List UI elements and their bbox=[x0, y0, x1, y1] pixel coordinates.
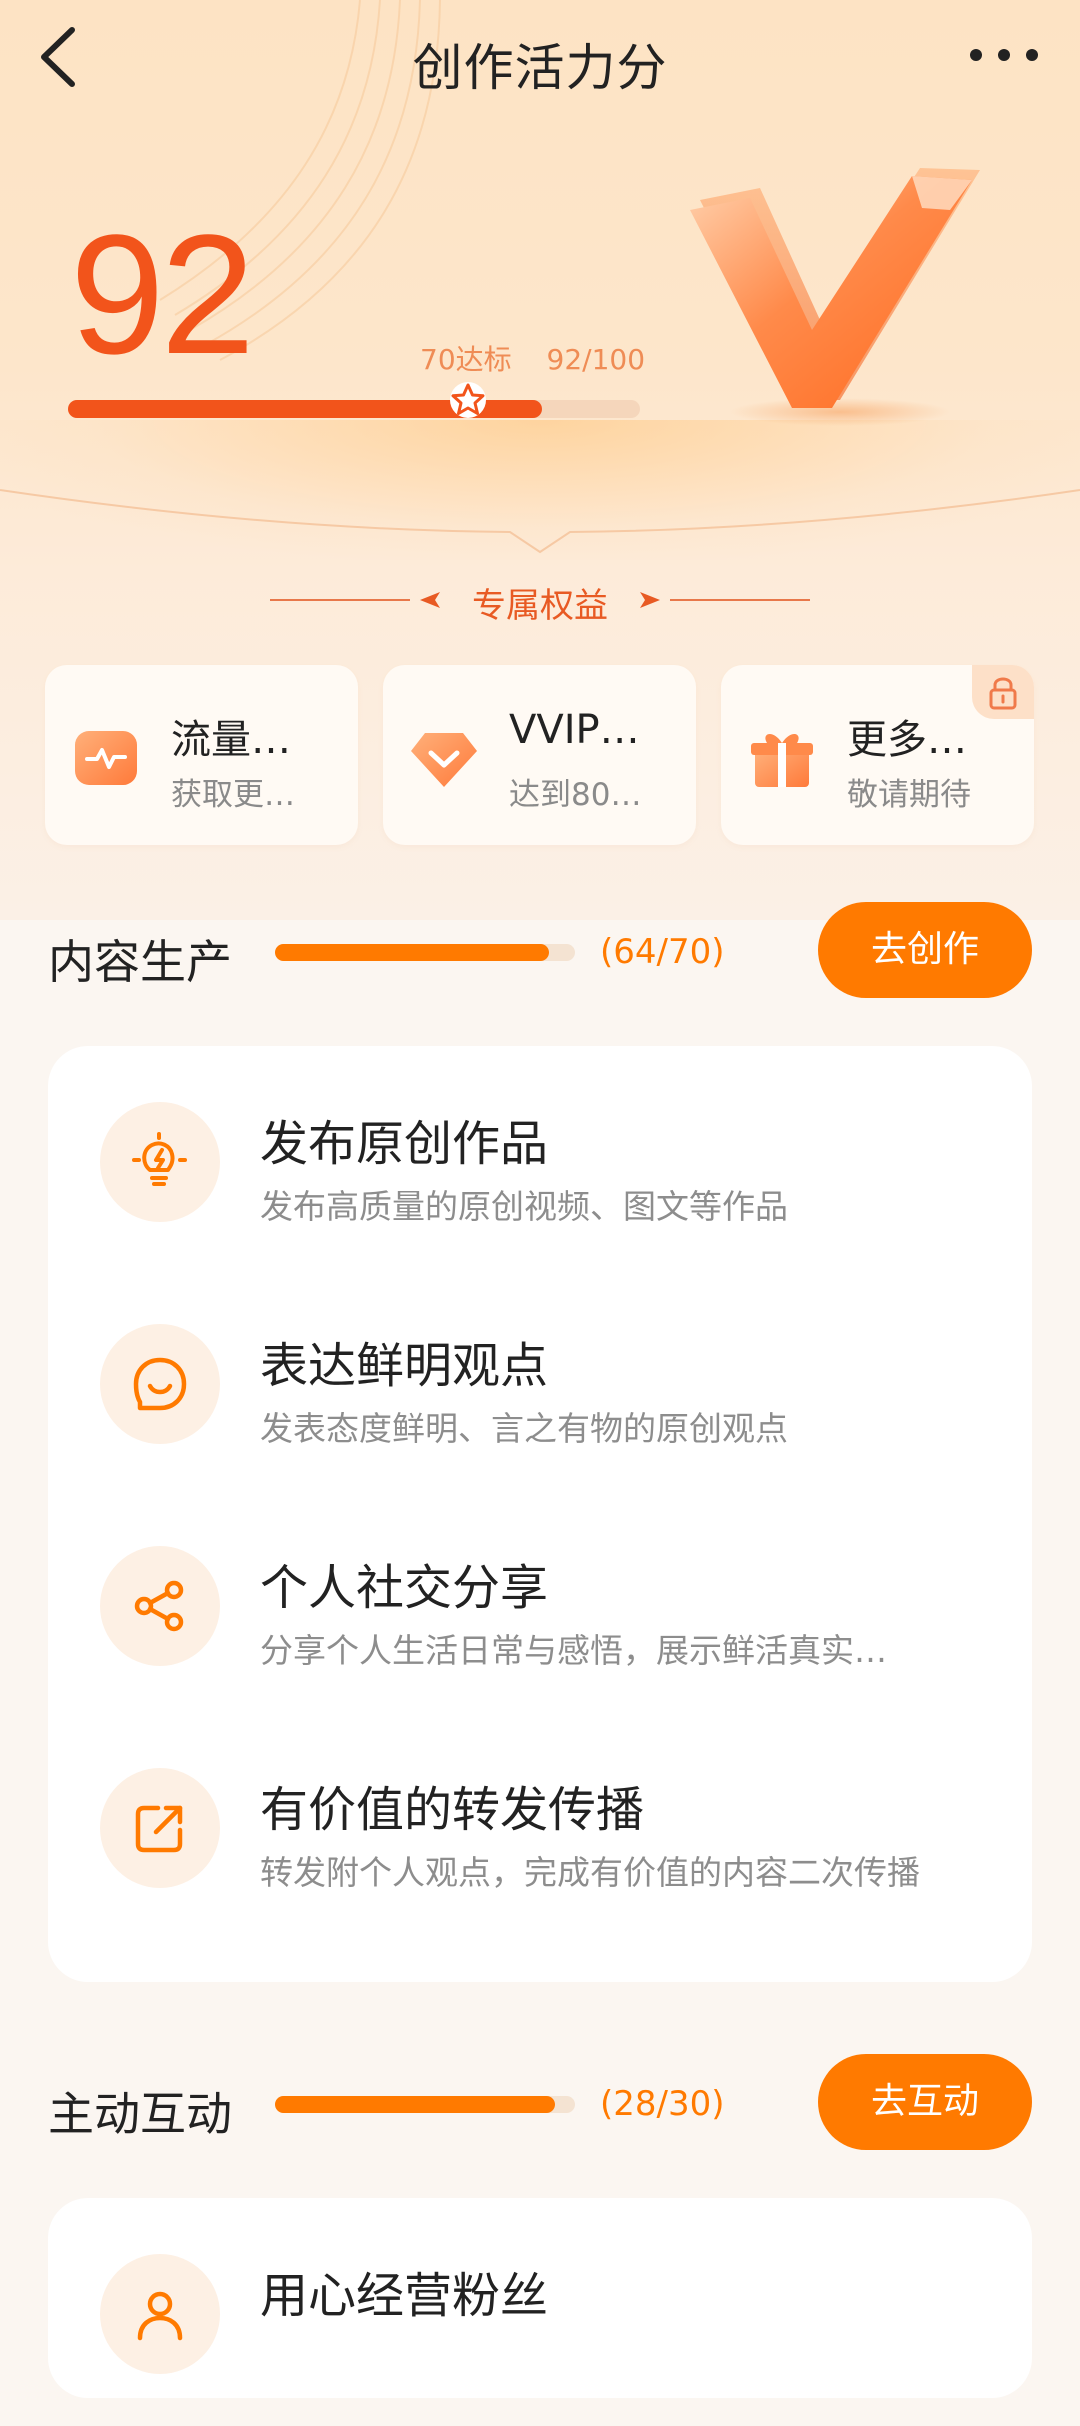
benefits-header: 专属权益 bbox=[0, 578, 1080, 628]
share-icon bbox=[134, 1580, 184, 1632]
item-title: 有价值的转发传播 bbox=[260, 1782, 645, 1838]
list-item[interactable]: 表达鲜明观点 发表态度鲜明、言之有物的原创观点 bbox=[48, 1274, 1032, 1496]
traffic-pulse-icon bbox=[75, 731, 137, 785]
score-progress-bar bbox=[68, 382, 640, 418]
section-title: 内容生产 bbox=[48, 935, 232, 989]
v-badge-logo bbox=[690, 168, 980, 426]
score-value: 92 bbox=[70, 200, 255, 390]
benefit-title: 更多… bbox=[847, 717, 967, 763]
item-icon-bg bbox=[100, 2254, 220, 2374]
content-task-list: 发布原创作品 发布高质量的原创视频、图文等作品 表达鲜明观点 发表态度鲜明、言之… bbox=[48, 1046, 1032, 1982]
item-desc: 分享个人生活日常与感悟，展示鲜活真实… bbox=[260, 1631, 887, 1670]
item-title: 用心经营粉丝 bbox=[260, 2268, 549, 2324]
smile-chat-icon bbox=[133, 1357, 187, 1411]
gift-icon bbox=[751, 733, 813, 787]
forward-icon bbox=[135, 1805, 183, 1853]
lock-icon bbox=[989, 677, 1017, 710]
score-progress-text: 92/100 bbox=[546, 343, 646, 376]
section-progress-fill bbox=[275, 944, 550, 961]
item-icon-bg bbox=[100, 1324, 220, 1444]
item-desc: 转发附个人观点，完成有价值的内容二次传播 bbox=[260, 1853, 920, 1892]
benefit-desc: 敬请期待 bbox=[847, 777, 971, 813]
hero-wave-divider bbox=[0, 489, 1080, 554]
section-header-interaction: 主动互动 (28/30) 去互动 bbox=[0, 2054, 1080, 2154]
benefit-card-vvip[interactable]: VVIP… 达到80… bbox=[383, 665, 696, 845]
list-item[interactable]: 有价值的转发传播 转发附个人观点，完成有价值的内容二次传播 bbox=[48, 1718, 1032, 1940]
section-progress-bar bbox=[275, 944, 575, 961]
score-meta: 70达标 92/100 bbox=[420, 338, 671, 378]
item-title: 个人社交分享 bbox=[260, 1560, 549, 1616]
section-progress-bar bbox=[275, 2096, 575, 2113]
top-bar: 创作活力分 bbox=[0, 0, 1080, 115]
item-title: 发布原创作品 bbox=[260, 1116, 549, 1172]
interaction-task-list: 用心经营粉丝 bbox=[48, 2198, 1032, 2398]
diamond-icon bbox=[411, 733, 477, 787]
item-icon-bg bbox=[100, 1546, 220, 1666]
list-item[interactable]: 用心经营粉丝 bbox=[48, 2204, 1032, 2426]
benefit-title: 流量… bbox=[171, 717, 291, 763]
benefit-desc: 达到80… bbox=[509, 777, 642, 813]
section-header-content: 内容生产 (64/70) 去创作 bbox=[0, 902, 1080, 1002]
benefit-title: VVIP… bbox=[509, 707, 640, 753]
benefits-title: 专属权益 bbox=[472, 586, 608, 626]
item-desc: 发布高质量的原创视频、图文等作品 bbox=[260, 1187, 788, 1226]
section-count: (64/70) bbox=[600, 932, 725, 972]
section-title: 主动互动 bbox=[48, 2087, 232, 2141]
item-icon-bg bbox=[100, 1768, 220, 1888]
fans-icon bbox=[137, 2291, 183, 2341]
section-progress-fill bbox=[275, 2096, 555, 2113]
item-title: 表达鲜明观点 bbox=[260, 1338, 549, 1394]
list-item[interactable]: 个人社交分享 分享个人生活日常与感悟，展示鲜活真实… bbox=[48, 1496, 1032, 1718]
item-icon-bg bbox=[100, 1102, 220, 1222]
go-create-button[interactable]: 去创作 bbox=[818, 902, 1032, 998]
list-item[interactable]: 发布原创作品 发布高质量的原创视频、图文等作品 bbox=[48, 1052, 1032, 1274]
section-count: (28/30) bbox=[600, 2084, 725, 2124]
threshold-label: 70达标 bbox=[420, 343, 512, 376]
benefit-card-more[interactable]: 更多… 敬请期待 bbox=[721, 665, 1034, 845]
more-options-icon[interactable] bbox=[964, 30, 1044, 80]
benefit-card-traffic[interactable]: 流量… 获取更… bbox=[45, 665, 358, 845]
go-interact-button[interactable]: 去互动 bbox=[818, 2054, 1032, 2150]
threshold-star-icon bbox=[450, 382, 487, 418]
lightbulb-icon bbox=[132, 1132, 187, 1186]
page-title: 创作活力分 bbox=[412, 39, 668, 97]
locked-badge bbox=[972, 665, 1034, 719]
benefit-desc: 获取更… bbox=[171, 777, 295, 813]
item-desc: 发表态度鲜明、言之有物的原创观点 bbox=[260, 1409, 788, 1448]
